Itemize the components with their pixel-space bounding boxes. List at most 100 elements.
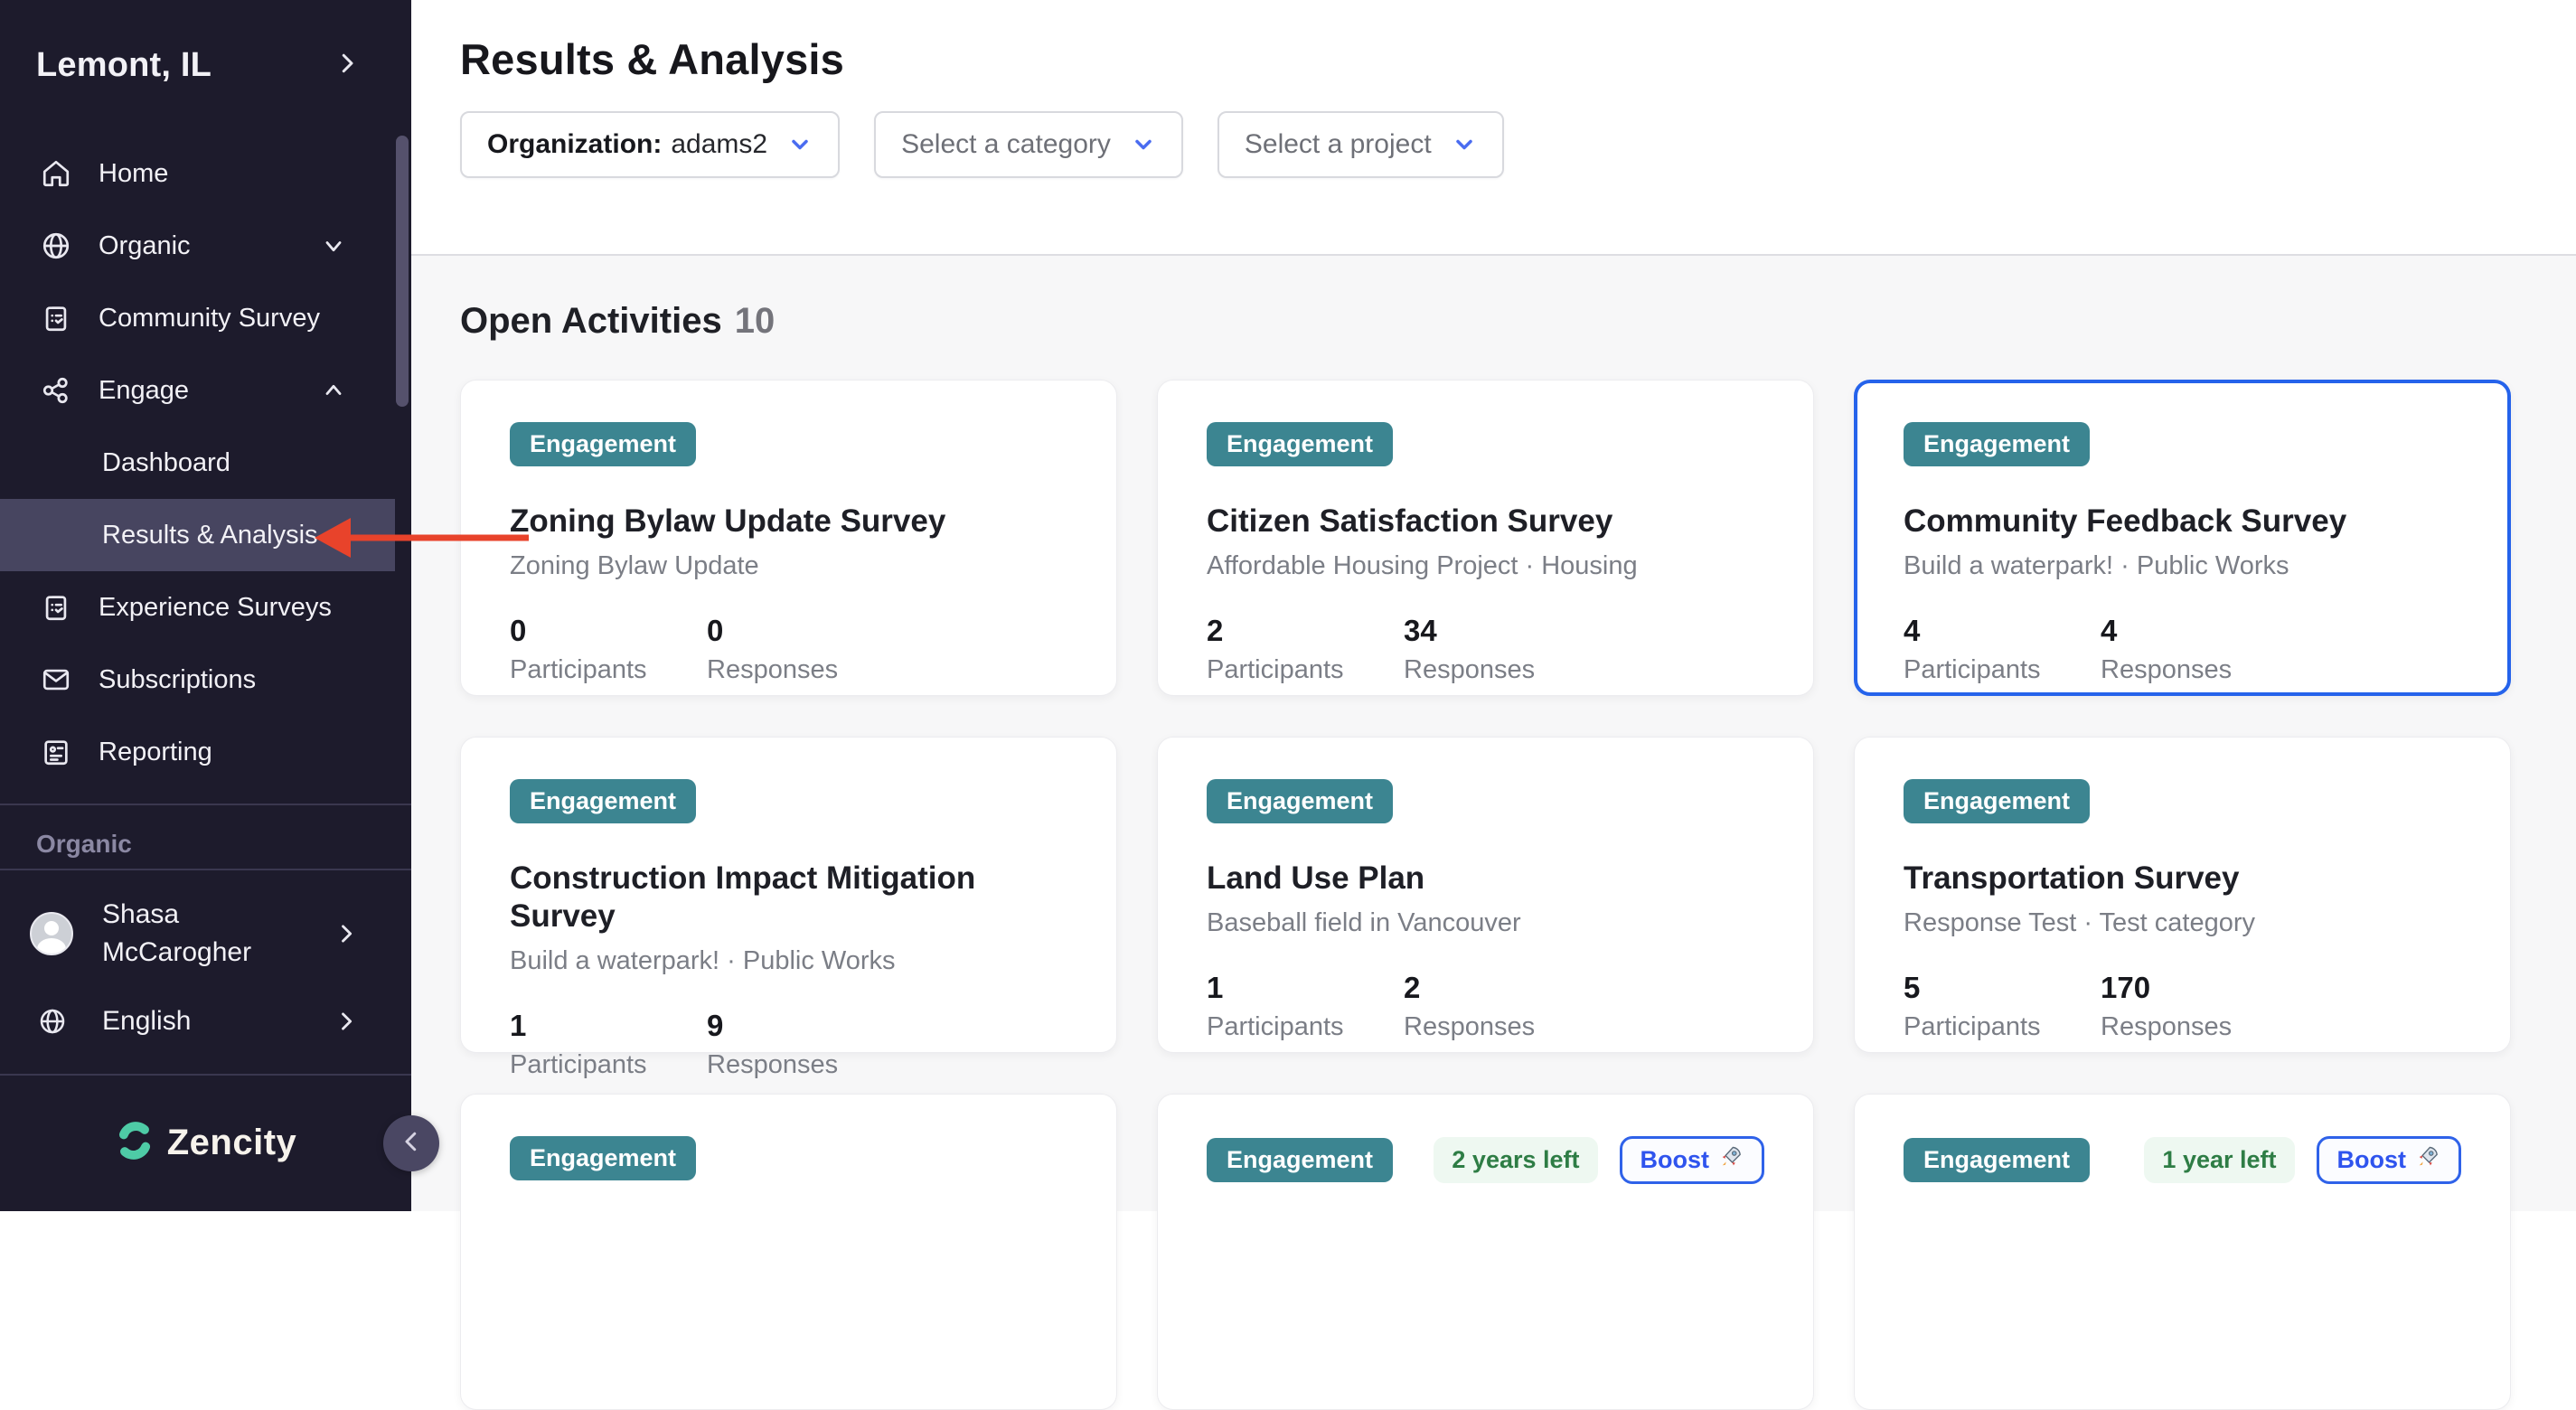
responses-stat: 2 Responses [1404, 971, 1601, 1042]
sidebar-item-label: Reporting [99, 738, 212, 767]
user-menu[interactable]: Shasa McCarogher [0, 890, 411, 977]
activity-title: Zoning Bylaw Update Survey [510, 503, 1067, 540]
activity-card[interactable]: Engagement Zoning Bylaw Update Survey Zo… [460, 380, 1117, 696]
user-name: Shasa McCarogher [102, 896, 328, 972]
boost-button[interactable]: Boost [1620, 1136, 1765, 1184]
divider [0, 869, 411, 870]
project-filter-placeholder: Select a project [1245, 129, 1432, 160]
open-activities-section: Open Activities10 Engagement Zoning Byla… [411, 256, 2576, 1410]
chevron-right-icon [334, 50, 361, 81]
activity-subtitle: Build a waterpark! · Public Works [510, 946, 1067, 976]
sidebar-item-label: Subscriptions [99, 665, 256, 695]
chevron-down-icon [321, 233, 346, 258]
category-filter-dropdown[interactable]: Select a category [874, 111, 1183, 178]
chevron-down-icon [787, 132, 813, 157]
activity-card[interactable]: Engagement Construction Impact Mitigatio… [460, 737, 1117, 1053]
chevron-right-icon [334, 1009, 359, 1034]
filter-bar: Organization: adams2 Select a category S… [460, 111, 2576, 178]
participants-stat: 1 Participants [1207, 971, 1404, 1042]
engagement-badge: Engagement [1207, 1138, 1393, 1182]
report-card-icon [41, 737, 71, 767]
activities-grid: Engagement Zoning Bylaw Update Survey Zo… [460, 380, 2527, 1410]
activity-card[interactable]: Engagement [460, 1094, 1117, 1410]
sidebar-scrollbar[interactable] [396, 136, 409, 407]
activity-card-selected[interactable]: Engagement Community Feedback Survey Bui… [1854, 380, 2511, 696]
sidebar-item-label: Engage [99, 376, 189, 406]
sidebar-item-label: Experience Surveys [99, 593, 332, 623]
section-heading: Open Activities10 [460, 301, 2527, 342]
activity-card[interactable]: Engagement 2 years left Boost [1157, 1094, 1814, 1410]
participants-stat: 5 Participants [1904, 971, 2101, 1042]
organization-filter-dropdown[interactable]: Organization: adams2 [460, 111, 840, 178]
chevron-down-icon [1452, 132, 1477, 157]
language-label: English [102, 1006, 191, 1037]
sidebar-item-dashboard[interactable]: Dashboard [0, 427, 411, 499]
envelope-icon [41, 664, 71, 695]
activity-card[interactable]: Engagement Citizen Satisfaction Survey A… [1157, 380, 1814, 696]
organization-filter-label: Organization: [487, 129, 662, 160]
home-icon [41, 158, 71, 189]
participants-stat: 2 Participants [1207, 614, 1404, 685]
engagement-badge: Engagement [1904, 1138, 2090, 1182]
activity-card[interactable]: Engagement Transportation Survey Respons… [1854, 737, 2511, 1053]
clipboard-check-icon [41, 592, 71, 623]
sidebar: Lemont, IL Home Organic Community Survey [0, 0, 411, 1211]
sidebar-item-label: Results & Analysis [102, 521, 318, 550]
language-menu[interactable]: English [0, 994, 411, 1048]
activity-title: Citizen Satisfaction Survey [1207, 503, 1764, 540]
share-network-icon [41, 375, 71, 406]
zencity-logo: Zencity [0, 1121, 411, 1165]
activity-title: Land Use Plan [1207, 860, 1764, 898]
sidebar-section-label: Organic [36, 830, 132, 859]
sidebar-item-home[interactable]: Home [0, 137, 411, 210]
sidebar-item-results-analysis[interactable]: Results & Analysis [0, 499, 395, 571]
sidebar-item-reporting[interactable]: Reporting [0, 716, 411, 788]
time-left-badge: 1 year left [2144, 1137, 2294, 1183]
sidebar-item-subscriptions[interactable]: Subscriptions [0, 644, 411, 716]
activity-card[interactable]: Engagement Land Use Plan Baseball field … [1157, 737, 1814, 1053]
sidebar-nav: Home Organic Community Survey Engage [0, 137, 411, 788]
chevron-right-icon [334, 921, 359, 946]
activity-title: Community Feedback Survey [1904, 503, 2461, 540]
engagement-badge: Engagement [510, 422, 696, 466]
sidebar-collapse-button[interactable] [383, 1115, 439, 1171]
chevron-left-icon [398, 1128, 425, 1160]
rocket-icon [1718, 1144, 1744, 1176]
rocket-icon [2415, 1144, 2440, 1176]
responses-stat: 9 Responses [707, 1009, 904, 1080]
page-header: Results & Analysis Organization: adams2 … [411, 0, 2576, 256]
globe-icon [41, 230, 71, 261]
sidebar-item-experience-surveys[interactable]: Experience Surveys [0, 571, 411, 644]
activity-subtitle: Affordable Housing Project · Housing [1207, 551, 1764, 581]
activity-card[interactable]: Engagement 1 year left Boost [1854, 1094, 2511, 1410]
project-filter-dropdown[interactable]: Select a project [1217, 111, 1504, 178]
sidebar-item-label: Organic [99, 231, 191, 261]
globe-icon [38, 1007, 67, 1036]
sidebar-item-engage[interactable]: Engage [0, 354, 411, 427]
participants-stat: 1 Participants [510, 1009, 707, 1080]
sidebar-item-label: Dashboard [102, 448, 230, 478]
clipboard-check-icon [41, 303, 71, 334]
engagement-badge: Engagement [1904, 779, 2090, 823]
sidebar-item-organic[interactable]: Organic [0, 210, 411, 282]
divider [0, 804, 411, 805]
avatar [30, 912, 73, 955]
participants-stat: 0 Participants [510, 614, 707, 685]
page-title: Results & Analysis [460, 34, 2576, 84]
sidebar-item-label: Home [99, 159, 168, 189]
responses-stat: 34 Responses [1404, 614, 1601, 685]
section-heading-label: Open Activities [460, 301, 722, 341]
sidebar-item-community-survey[interactable]: Community Survey [0, 282, 411, 354]
boost-button[interactable]: Boost [2317, 1136, 2462, 1184]
time-left-badge: 2 years left [1434, 1137, 1597, 1183]
organization-filter-value: adams2 [671, 129, 767, 160]
zencity-logo-icon [115, 1121, 155, 1165]
participants-stat: 4 Participants [1904, 614, 2101, 685]
activity-subtitle: Baseball field in Vancouver [1207, 908, 1764, 938]
main-content: Results & Analysis Organization: adams2 … [411, 0, 2576, 1211]
activity-title: Transportation Survey [1904, 860, 2461, 898]
org-switcher[interactable]: Lemont, IL [36, 38, 361, 92]
engagement-badge: Engagement [1904, 422, 2090, 466]
sidebar-item-label: Community Survey [99, 304, 320, 334]
activity-subtitle: Build a waterpark! · Public Works [1904, 551, 2461, 581]
